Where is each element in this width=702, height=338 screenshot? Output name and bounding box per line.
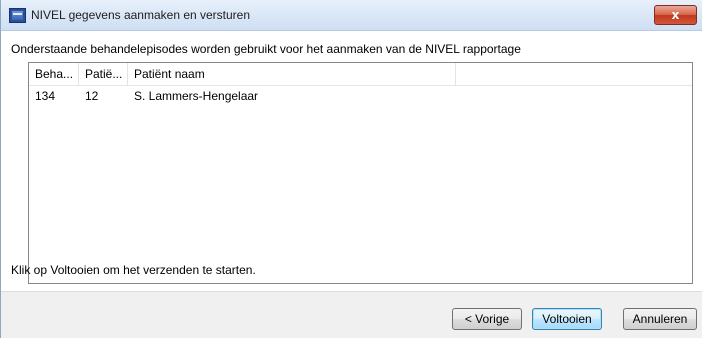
column-header-filler xyxy=(456,63,692,86)
app-icon xyxy=(9,8,26,23)
dialog-window: NIVEL gegevens aanmaken en versturen x O… xyxy=(0,0,702,338)
close-icon: x xyxy=(671,8,680,22)
list-header: Beha... Patië... Patiënt naam xyxy=(29,63,692,86)
cancel-button[interactable]: Annuleren xyxy=(623,308,697,330)
intro-text: Onderstaande behandelepisodes worden geb… xyxy=(11,42,521,56)
close-button[interactable]: x xyxy=(654,5,697,25)
title-bar[interactable]: NIVEL gegevens aanmaken en versturen x xyxy=(1,0,702,31)
column-header-patient-id[interactable]: Patië... xyxy=(79,63,128,86)
finish-button[interactable]: Voltooien xyxy=(532,308,602,330)
cell-patient-id: 12 xyxy=(85,89,99,103)
column-header-patient-name[interactable]: Patiënt naam xyxy=(128,63,456,86)
previous-button[interactable]: < Vorige xyxy=(452,308,522,330)
window-title: NIVEL gegevens aanmaken en versturen xyxy=(31,8,251,22)
table-row[interactable]: 134 12 S. Lammers-Hengelaar xyxy=(29,87,692,106)
episodes-list[interactable]: Beha... Patië... Patiënt naam 134 12 S. … xyxy=(28,62,693,284)
cell-patient-name: S. Lammers-Hengelaar xyxy=(134,89,259,103)
column-header-behandeling[interactable]: Beha... xyxy=(29,63,79,86)
hint-text: Klik op Voltooien om het verzenden te st… xyxy=(11,263,256,277)
cell-behandeling: 134 xyxy=(35,89,56,103)
